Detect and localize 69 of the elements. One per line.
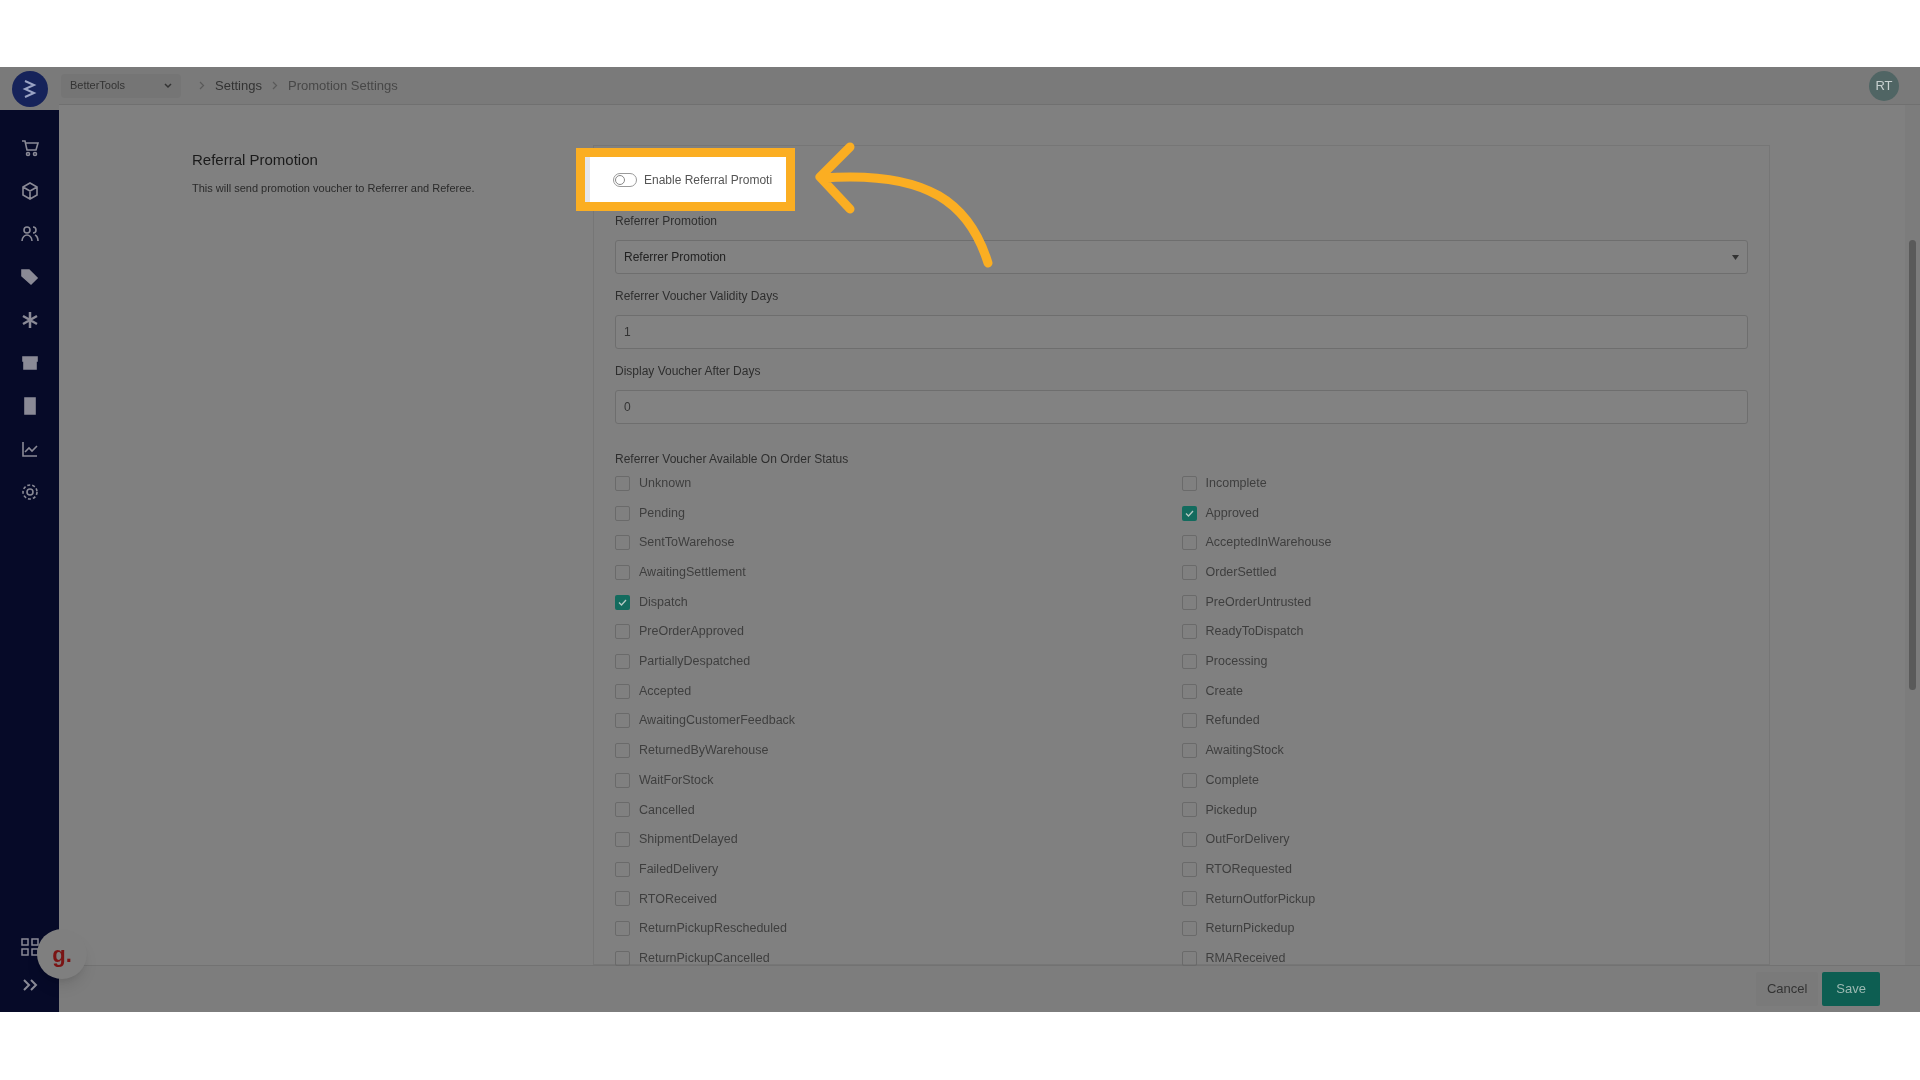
checkbox-label: ReturnOutforPickup (1205, 890, 1316, 908)
check-icon (1184, 509, 1194, 517)
checkbox-label: OutForDelivery (1205, 831, 1290, 849)
app-logo[interactable] (11, 70, 48, 107)
checkbox-label: PreOrderUntrusted (1205, 593, 1312, 611)
checkbox-label: ReturnPickupCancelled (639, 949, 770, 967)
checkbox-label: Pickedup (1205, 801, 1257, 819)
check-icon (618, 598, 627, 606)
checkbox[interactable] (615, 594, 630, 610)
workspace-dropdown[interactable]: BetterTools (61, 73, 181, 98)
toggle-switch[interactable] (613, 172, 637, 187)
checkbox-label: Cancelled (639, 801, 695, 819)
checkbox-label: AcceptedInWarehouse (1205, 534, 1332, 552)
scrollbar-thumb[interactable] (1909, 240, 1916, 691)
grid-icon[interactable] (20, 938, 39, 956)
chevron-down-icon (164, 82, 172, 89)
checkbox[interactable] (1181, 505, 1197, 521)
checkbox-label: Dispatch (639, 593, 688, 611)
input-field[interactable]: 0 (615, 390, 1748, 425)
checkbox-label: ShipmentDelayed (639, 831, 738, 849)
checkbox-label: ReturnedByWarehouse (639, 742, 769, 760)
checkbox-label: ReturnPickupRescheduled (639, 920, 787, 938)
checkbox-label: Complete (1205, 771, 1259, 789)
cart-icon[interactable] (19, 138, 40, 158)
checkbox-label: Pending (639, 504, 685, 522)
checkbox-label: Refunded (1205, 712, 1260, 730)
tag-icon[interactable] (19, 267, 40, 287)
checkbox-label: Incomplete (1205, 474, 1267, 492)
field-label: Display Voucher After Days (615, 363, 762, 381)
checkbox-label: RTORequested (1205, 860, 1292, 878)
section-title: Referral Promotion (192, 150, 319, 171)
checkbox-label: PreOrderApproved (639, 623, 744, 641)
checkbox-label: PartiallyDespatched (639, 653, 751, 671)
chevron-right-icon (272, 81, 278, 91)
users-icon[interactable] (19, 224, 40, 244)
checkbox-label: OrderSettled (1205, 564, 1277, 581)
save-button[interactable]: Save (1822, 972, 1880, 1007)
checkbox-label: Approved (1205, 504, 1259, 522)
checkbox-label: SentToWarehose (639, 534, 735, 552)
chart-icon[interactable] (19, 439, 40, 459)
settings-icon[interactable] (19, 482, 40, 502)
checkbox-label: AwaitingCustomerFeedback (639, 712, 796, 730)
section-description: This will send promotion voucher to Referrer and Referee. (192, 181, 476, 196)
checkbox-label: WaitForStock (639, 771, 714, 789)
checkbox-label: Processing (1205, 653, 1268, 671)
checkbox-label: AwaitingStock (1205, 742, 1284, 760)
caret-icon (1732, 255, 1739, 260)
store-icon[interactable] (19, 353, 40, 373)
checkbox-label: FailedDelivery (639, 860, 719, 878)
checkbox-label: RMAReceived (1205, 949, 1286, 967)
checkbox-label: Accepted (639, 682, 692, 700)
expand-icon[interactable] (21, 978, 38, 992)
user-avatar[interactable]: RT (1869, 70, 1899, 101)
checkbox-label: ReturnPickedup (1205, 920, 1295, 938)
select-field[interactable]: Referrer Promotion (615, 240, 1748, 275)
group-label: Referrer Voucher Available On Order Status (615, 451, 850, 469)
chevron-right-icon (199, 81, 205, 91)
logo-icon (21, 78, 38, 99)
toggle-label: Enable Referral Promoti (644, 171, 773, 189)
input-field[interactable]: 1 (615, 315, 1748, 350)
checkbox-label: Unknown (639, 474, 692, 492)
checkbox-label: RTOReceived (639, 890, 718, 908)
field-label: Referrer Promotion (615, 213, 719, 231)
checkbox-label: ReadyToDispatch (1205, 623, 1304, 641)
field-label: Referrer Voucher Validity Days (615, 288, 780, 306)
checkbox-label: Create (1205, 682, 1244, 700)
breadcrumb-link[interactable]: Settings (215, 76, 262, 96)
checkbox-label: AwaitingSettlement (639, 564, 746, 581)
box-icon[interactable] (19, 181, 40, 201)
